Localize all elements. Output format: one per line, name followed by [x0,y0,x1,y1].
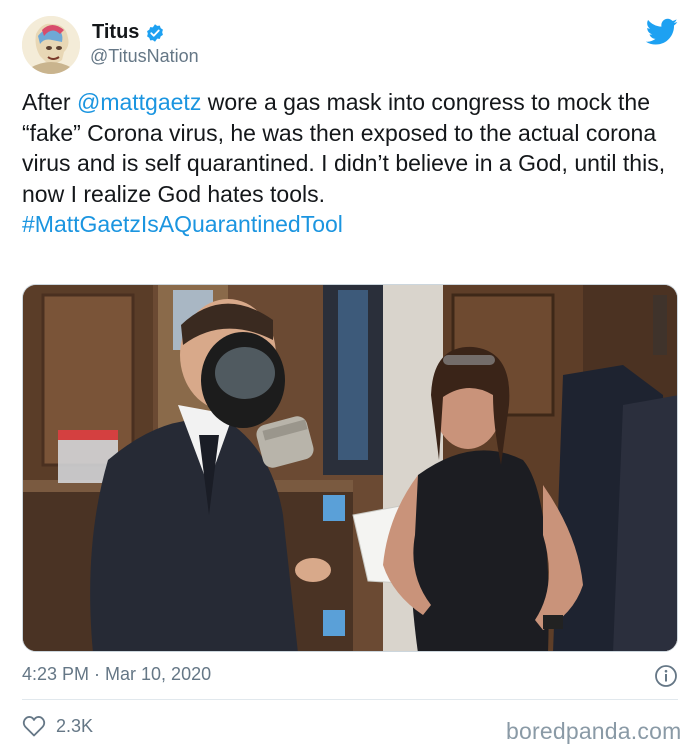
heart-icon [22,716,46,737]
twitter-bird-icon[interactable] [646,18,678,46]
tweet-photo[interactable] [22,284,678,652]
footer-divider [22,699,678,700]
boredpanda-watermark: boredpanda.com [506,718,682,744]
author-name-row[interactable]: Titus [92,21,165,44]
author-avatar[interactable] [22,16,80,74]
like-count: 2.3K [56,715,94,736]
author-handle[interactable]: @TitusNation [90,46,199,67]
tweet-body: After @mattgaetz wore a gas mask into co… [22,87,682,240]
photo-illustration [23,285,677,651]
tweet-timestamp[interactable]: 4:23 PM · Mar 10, 2020 [22,664,211,685]
mention-link[interactable]: @mattgaetz [77,89,201,115]
author-name[interactable]: Titus [92,21,139,44]
tweet-text-part: After [22,89,77,115]
info-icon[interactable] [654,664,678,688]
avatar-image [22,16,80,74]
hashtag-link[interactable]: #MattGaetzIsAQuarantinedTool [22,211,343,237]
like-button[interactable]: 2.3K [22,715,93,737]
verified-badge-icon [147,23,164,42]
